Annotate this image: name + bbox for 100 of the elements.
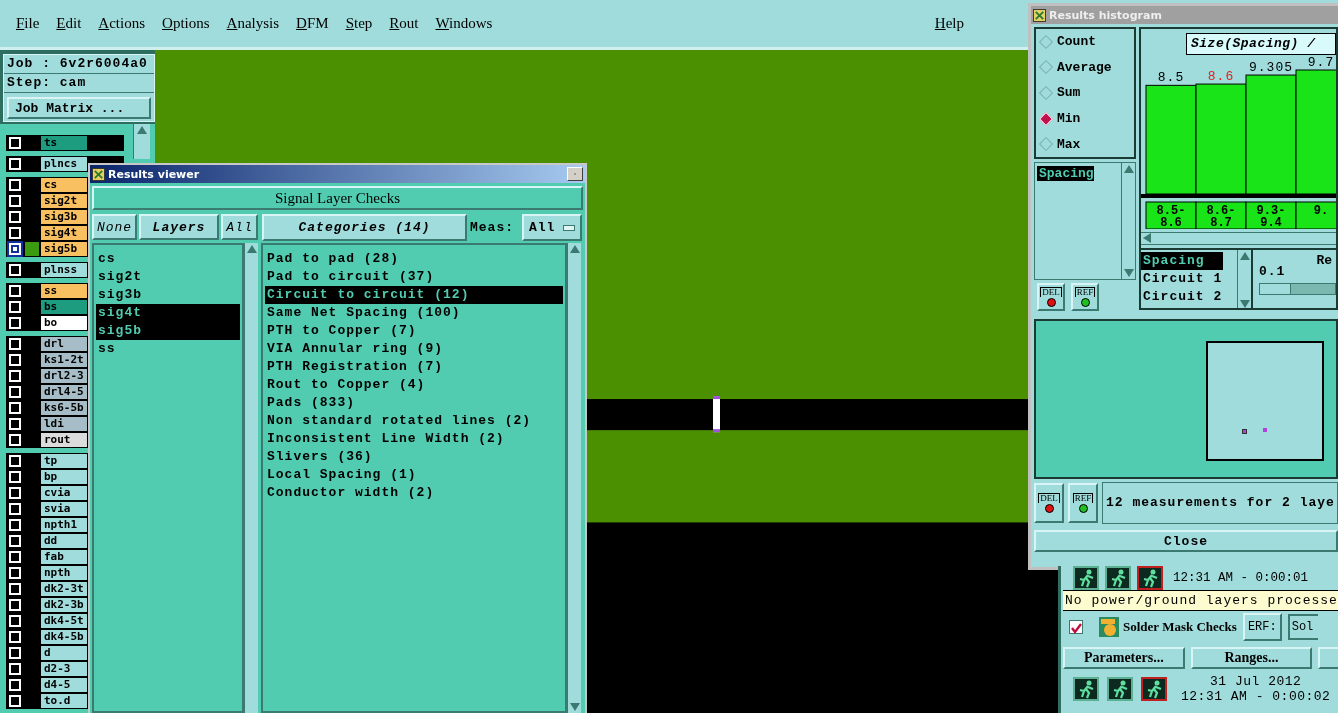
layer-checkbox[interactable] (9, 583, 21, 595)
layer-name[interactable]: bp (41, 470, 87, 484)
radio-label[interactable]: Sum (1057, 85, 1081, 101)
scrollbar[interactable] (244, 243, 258, 713)
layer-checkbox[interactable] (9, 418, 21, 430)
layer-name[interactable]: ts (41, 136, 87, 150)
category-list-item[interactable]: Rout to Copper (4) (265, 376, 563, 394)
layer-name[interactable]: ldi (41, 417, 87, 431)
layer-list-item[interactable]: sig2t (96, 268, 240, 286)
runner-icon[interactable] (1073, 566, 1099, 590)
erf-button[interactable]: ERF: (1242, 613, 1282, 641)
layer-name[interactable]: fab (41, 550, 87, 564)
menu-item[interactable]: Options (162, 15, 210, 32)
category-list-item[interactable]: PTH to Copper (7) (265, 322, 563, 340)
layer-name[interactable]: dk4-5t (41, 614, 87, 628)
bar[interactable] (1295, 69, 1336, 195)
scrollbar[interactable] (133, 124, 150, 159)
layer-name[interactable]: to.d (41, 694, 87, 708)
layer-checkbox[interactable] (9, 137, 21, 149)
series-list-item[interactable]: Circuit 1 (1141, 270, 1237, 288)
runner-icon[interactable] (1105, 566, 1131, 590)
ranges-button[interactable]: Ranges... (1190, 647, 1313, 669)
layer-checkbox[interactable] (9, 354, 21, 366)
layer-checkbox[interactable] (9, 402, 21, 414)
layer-name[interactable]: dk4-5b (41, 630, 87, 644)
close-button[interactable] (567, 167, 583, 181)
layer-checkbox[interactable] (9, 471, 21, 483)
layer-checkbox[interactable] (9, 195, 21, 207)
layer-checkbox[interactable] (9, 158, 21, 170)
layer-checkbox[interactable] (9, 243, 21, 255)
category-list-item[interactable]: Same Net Spacing (100) (265, 304, 563, 322)
layer-name[interactable]: drl (41, 337, 87, 351)
layer-list-item[interactable]: sig3b (96, 286, 240, 304)
measure-list-item[interactable]: Spacing (1037, 166, 1094, 181)
layer-list-item[interactable]: sig5b (96, 322, 240, 340)
reference-button[interactable]: REF (1071, 283, 1099, 311)
layer-name[interactable]: cs (41, 178, 87, 192)
all-button[interactable]: All (221, 214, 258, 240)
category-list-item[interactable]: Pad to circuit (37) (265, 268, 563, 286)
layer-checkbox[interactable] (9, 487, 21, 499)
series-list-item[interactable]: Circuit 2 (1141, 288, 1237, 306)
layer-checkbox[interactable] (9, 301, 21, 313)
menu-item[interactable]: Edit (56, 15, 82, 32)
layer-checkbox[interactable] (9, 679, 21, 691)
layer-name[interactable]: npth1 (41, 518, 87, 532)
layer-checkbox[interactable] (9, 631, 21, 643)
bar[interactable] (1145, 84, 1197, 195)
runner-icon[interactable] (1107, 677, 1133, 701)
layer-name[interactable]: plncs (41, 157, 87, 171)
layer-name[interactable]: npth (41, 566, 87, 580)
layer-name[interactable]: rout (41, 433, 87, 447)
layer-name[interactable]: sig2t (41, 194, 87, 208)
layer-name[interactable]: dd (41, 534, 87, 548)
menu-item[interactable]: Actions (98, 15, 146, 32)
layer-name[interactable]: ss (41, 284, 87, 298)
category-list-item[interactable]: VIA Annular ring (9) (265, 340, 563, 358)
layer-checkbox[interactable] (9, 370, 21, 382)
layer-checkbox[interactable] (9, 386, 21, 398)
menu-item[interactable]: Rout (389, 15, 419, 32)
layer-name[interactable]: drl4-5 (41, 385, 87, 399)
radio-label[interactable]: Min (1057, 111, 1081, 127)
layer-name[interactable]: d (41, 646, 87, 660)
range-slider[interactable] (1259, 283, 1336, 295)
layer-checkbox[interactable] (9, 663, 21, 675)
scrollbar[interactable] (1237, 250, 1251, 308)
layer-checkbox[interactable] (9, 317, 21, 329)
layer-checkbox[interactable] (9, 503, 21, 515)
category-list-item[interactable]: Slivers (36) (265, 448, 563, 466)
layer-name[interactable]: svia (41, 502, 87, 516)
layer-list-item[interactable]: sig4t (96, 304, 240, 322)
layer-name[interactable]: sig5b (41, 242, 87, 256)
category-list-item[interactable]: Circuit to circuit (12) (265, 286, 563, 304)
layer-checkbox[interactable] (9, 519, 21, 531)
layer-checkbox[interactable] (9, 535, 21, 547)
category-list-item[interactable]: Local Spacing (1) (265, 466, 563, 484)
menu-item[interactable]: File (16, 15, 40, 32)
layer-checkbox[interactable] (9, 179, 21, 191)
layer-checkbox[interactable] (9, 227, 21, 239)
layer-checkbox[interactable] (9, 285, 21, 297)
layer-checkbox[interactable] (9, 695, 21, 707)
categories-button[interactable]: Categories (14) (262, 214, 467, 241)
layer-checkbox[interactable] (9, 615, 21, 627)
scrollbar[interactable] (567, 243, 581, 713)
category-list-item[interactable]: Conductor width (2) (265, 484, 563, 502)
layer-name[interactable]: bo (41, 316, 87, 330)
runner-icon[interactable] (1073, 677, 1099, 701)
layer-checkbox[interactable] (9, 211, 21, 223)
layer-checkbox[interactable] (9, 264, 21, 276)
scrollbar[interactable] (1121, 163, 1135, 279)
category-list-item[interactable]: Inconsistent Line Width (2) (265, 430, 563, 448)
layer-name[interactable]: sig4t (41, 226, 87, 240)
menu-item[interactable]: Analysis (226, 15, 280, 32)
checkbox[interactable] (1069, 620, 1083, 634)
series-list-item[interactable]: Spacing (1141, 252, 1223, 270)
layer-name[interactable]: dk2-3b (41, 598, 87, 612)
layer-checkbox[interactable] (9, 647, 21, 659)
help-menu[interactable]: Help (934, 15, 964, 32)
layer-name[interactable]: bs (41, 300, 87, 314)
layer-list-item[interactable]: cs (96, 250, 240, 268)
reference-button[interactable]: REF (1068, 483, 1098, 523)
